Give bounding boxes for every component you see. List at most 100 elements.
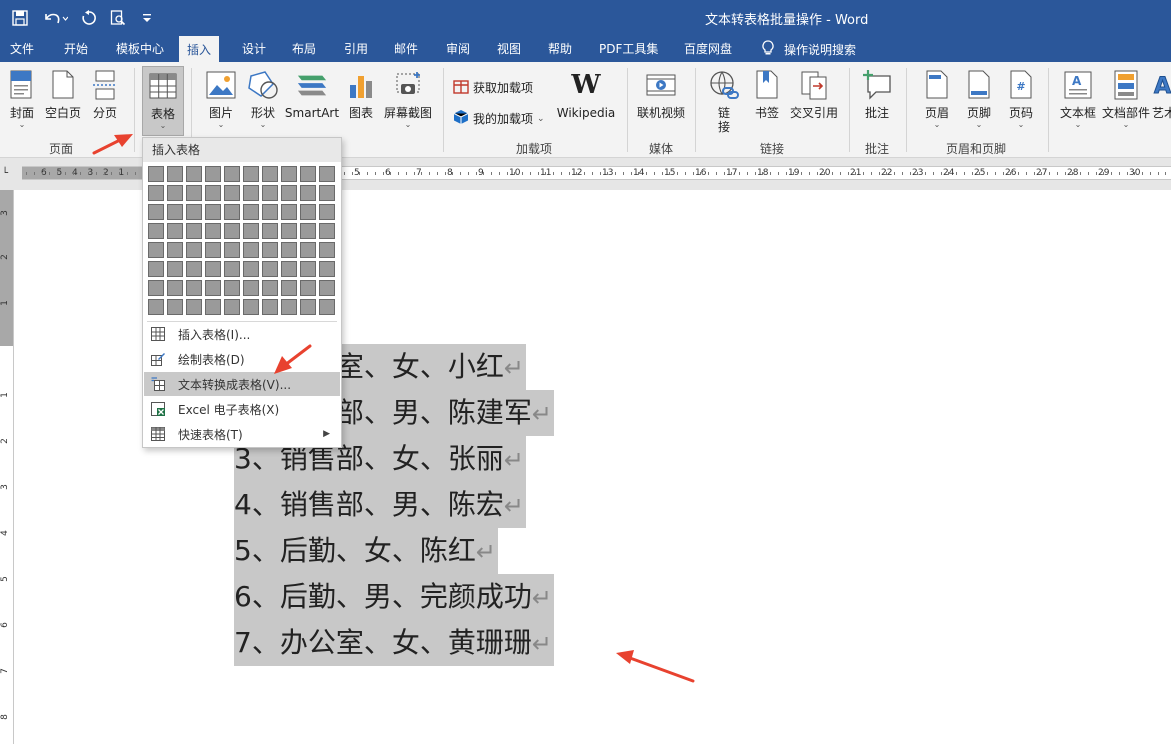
table-grid-cell[interactable] (300, 166, 316, 182)
table-grid-cell[interactable] (262, 280, 278, 296)
table-grid-cell[interactable] (186, 280, 202, 296)
table-grid-cell[interactable] (167, 261, 183, 277)
customize-icon[interactable] (140, 8, 154, 28)
footer-button[interactable]: 页脚 ⌄ (963, 66, 995, 129)
table-grid-cell[interactable] (186, 204, 202, 220)
tab-review[interactable]: 审阅 (438, 36, 478, 62)
table-grid-cell[interactable] (167, 299, 183, 315)
table-grid-cell[interactable] (224, 223, 240, 239)
table-grid-cell[interactable] (281, 223, 297, 239)
table-grid-cell[interactable] (243, 185, 259, 201)
table-grid-cell[interactable] (186, 242, 202, 258)
tab-references[interactable]: 引用 (336, 36, 376, 62)
table-grid-cell[interactable] (148, 299, 164, 315)
get-addins-button[interactable]: 获取加载项 (453, 78, 533, 97)
table-grid-cell[interactable] (281, 185, 297, 201)
table-grid-cell[interactable] (148, 280, 164, 296)
table-grid-cell[interactable] (243, 223, 259, 239)
tab-design[interactable]: 设计 (234, 36, 274, 62)
table-grid-cell[interactable] (300, 299, 316, 315)
table-grid-cell[interactable] (262, 166, 278, 182)
tab-layout[interactable]: 布局 (284, 36, 324, 62)
tab-file[interactable]: 文件 (2, 36, 42, 62)
tab-view[interactable]: 视图 (489, 36, 529, 62)
table-grid-cell[interactable] (262, 261, 278, 277)
table-grid-cell[interactable] (224, 204, 240, 220)
table-grid-cell[interactable] (205, 185, 221, 201)
table-grid-cell[interactable] (319, 185, 335, 201)
save-icon[interactable] (10, 8, 30, 28)
table-grid-cell[interactable] (243, 242, 259, 258)
tab-pdf-tools[interactable]: PDF工具集 (591, 36, 666, 62)
table-grid-cell[interactable] (300, 242, 316, 258)
table-grid-cell[interactable] (262, 299, 278, 315)
shape-button[interactable]: 形状 ⌄ (246, 66, 280, 129)
table-grid-cell[interactable] (243, 280, 259, 296)
document-parts-button[interactable]: 文档部件 ⌄ (1100, 66, 1152, 129)
table-grid-cell[interactable] (300, 261, 316, 277)
table-grid-cell[interactable] (205, 204, 221, 220)
link-button[interactable]: 链 接 (707, 66, 741, 134)
table-grid-cell[interactable] (167, 223, 183, 239)
table-grid-cell[interactable] (205, 299, 221, 315)
chart-button[interactable]: 图表 (346, 66, 376, 120)
textbox-button[interactable]: A 文本框 ⌄ (1058, 66, 1098, 129)
table-grid-cell[interactable] (167, 185, 183, 201)
tab-help[interactable]: 帮助 (540, 36, 580, 62)
tab-baidu-netdisk[interactable]: 百度网盘 (676, 36, 740, 62)
table-grid-cell[interactable] (167, 204, 183, 220)
table-button[interactable]: 表格 ⌄ (142, 66, 184, 136)
table-grid-cell[interactable] (281, 299, 297, 315)
table-grid-cell[interactable] (281, 280, 297, 296)
my-addins-button[interactable]: 我的加载项 ⌄ (453, 109, 545, 128)
menu-item-draw-table[interactable]: 绘制表格(D) (144, 347, 340, 371)
table-grid-cell[interactable] (300, 280, 316, 296)
table-grid-cell[interactable] (281, 204, 297, 220)
comment-button[interactable]: 批注 (860, 66, 894, 120)
table-grid-cell[interactable] (205, 242, 221, 258)
cover-page-button[interactable]: 封面 ⌄ (6, 66, 38, 129)
document-line[interactable]: 7、办公室、女、黄珊珊↵ (234, 620, 554, 666)
table-grid-cell[interactable] (262, 204, 278, 220)
table-grid-cell[interactable] (300, 204, 316, 220)
tab-template-center[interactable]: 模板中心 (108, 36, 172, 62)
page-break-button[interactable]: 分页 (90, 66, 120, 120)
tell-me-search[interactable]: 操作说明搜索 (762, 36, 856, 62)
header-button[interactable]: 页眉 ⌄ (921, 66, 953, 129)
cross-reference-button[interactable]: 交叉引用 (787, 66, 841, 120)
table-grid-cell[interactable] (224, 185, 240, 201)
table-grid-cell[interactable] (319, 299, 335, 315)
table-grid-cell[interactable] (224, 261, 240, 277)
document-line[interactable]: 4、销售部、男、陈宏↵ (234, 482, 526, 528)
document-line[interactable]: 5、后勤、女、陈红↵ (234, 528, 498, 574)
table-grid-cell[interactable] (243, 166, 259, 182)
wordart-button[interactable]: A 艺术 (1152, 66, 1171, 121)
table-grid-cell[interactable] (205, 223, 221, 239)
tab-home[interactable]: 开始 (56, 36, 96, 62)
table-grid-cell[interactable] (243, 299, 259, 315)
table-grid-cell[interactable] (224, 280, 240, 296)
tab-insert[interactable]: 插入 (179, 36, 220, 62)
table-grid-cell[interactable] (281, 166, 297, 182)
table-grid-cell[interactable] (243, 204, 259, 220)
table-grid-cell[interactable] (205, 261, 221, 277)
tab-stop-selector-icon[interactable]: └ (2, 168, 16, 182)
table-grid-cell[interactable] (319, 204, 335, 220)
menu-item-convert-text-to-table[interactable]: 文本转换成表格(V)... (144, 372, 340, 396)
table-grid-cell[interactable] (319, 242, 335, 258)
table-grid-cell[interactable] (186, 223, 202, 239)
table-grid-cell[interactable] (281, 261, 297, 277)
page-number-button[interactable]: # 页码 ⌄ (1005, 66, 1037, 129)
menu-item-quick-tables[interactable]: 快速表格(T) ▶ (144, 422, 340, 446)
table-grid-cell[interactable] (148, 185, 164, 201)
table-grid-cell[interactable] (300, 223, 316, 239)
table-grid-cell[interactable] (224, 242, 240, 258)
picture-button[interactable]: 图片 ⌄ (204, 66, 238, 129)
table-grid-cell[interactable] (281, 242, 297, 258)
table-grid-cell[interactable] (262, 223, 278, 239)
table-grid-cell[interactable] (243, 261, 259, 277)
table-grid-cell[interactable] (186, 166, 202, 182)
wikipedia-button[interactable]: W Wikipedia (555, 66, 617, 120)
table-grid-cell[interactable] (205, 166, 221, 182)
blank-page-button[interactable]: 空白页 (44, 66, 82, 120)
